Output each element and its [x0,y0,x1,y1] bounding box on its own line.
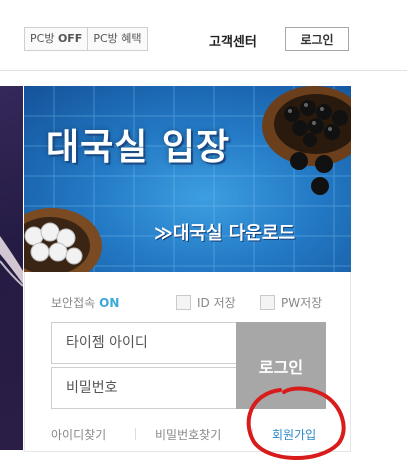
save-pw-label: PW저장 [281,296,323,310]
account-links: 아이디찾기 비밀번호찾기 회원가입 [51,426,351,444]
login-options: 보안접속 ON ID 저장 PW저장 [51,294,351,312]
secure-login-state: ON [99,296,120,310]
top-bar: PC방 OFF PC방 혜택 고객센터 로그인 [0,0,407,71]
link-divider [135,428,136,440]
pc-room-state: OFF [57,32,83,45]
save-id-label: ID 저장 [197,296,236,310]
save-id-box[interactable] [176,295,191,310]
pc-room-off-button[interactable]: PC방 OFF [25,28,87,50]
game-room-title: 대국실 입장 [46,127,231,168]
left-banner[interactable] [0,86,23,450]
pc-room-label: PC방 [30,32,58,45]
pc-room-benefit-button[interactable]: PC방 혜택 [88,28,146,50]
secure-login-toggle[interactable]: 보안접속 ON [51,294,119,311]
pc-room-group: PC방 OFF PC방 혜택 [24,27,148,51]
password-field[interactable] [51,367,237,409]
top-login-button[interactable]: 로그인 [285,27,349,51]
login-panel: 보안접속ON ID 저장 PW저장 로그인 아이디찾기 비밀번호찾기 회원가입 [24,272,351,452]
find-password-link[interactable]: 비밀번호찾기 [155,426,221,443]
find-id-link[interactable]: 아이디찾기 [51,426,106,443]
save-pw-box[interactable] [260,295,275,310]
customer-center-link[interactable]: 고객센터 [209,31,257,50]
game-room-banner[interactable]: 대국실 입장 ≫대국실 다운로드 [24,86,351,272]
login-button[interactable]: 로그인 [236,322,326,409]
sign-up-link[interactable]: 회원가입 [272,426,316,443]
id-field[interactable] [51,322,237,364]
left-banner-art [0,236,23,287]
save-id-checkbox[interactable]: ID 저장 [176,294,236,311]
save-pw-checkbox[interactable]: PW저장 [260,294,322,311]
id-input[interactable] [64,323,218,363]
link-divider [252,428,253,440]
password-input[interactable] [64,368,218,408]
secure-login-label: 보안접속 [51,296,96,310]
game-room-download-link[interactable]: ≫대국실 다운로드 [154,219,295,245]
